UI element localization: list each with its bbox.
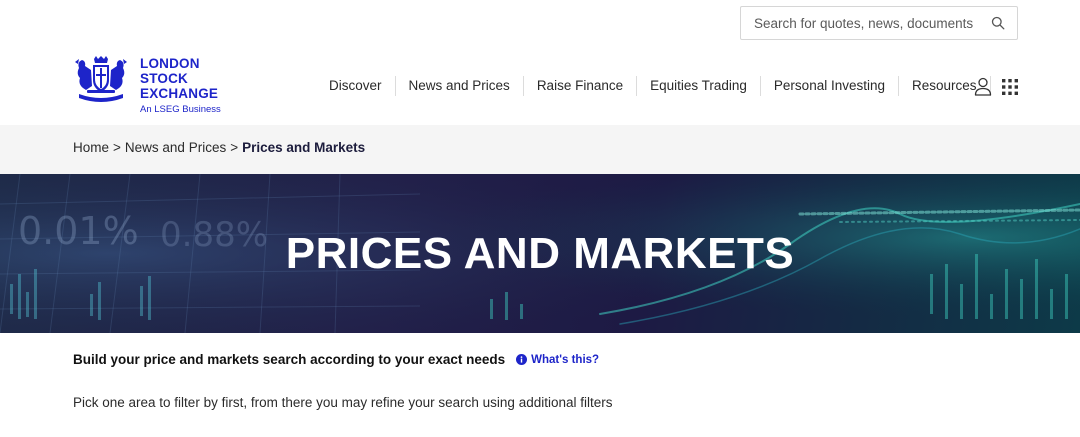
logo-line-london: LONDON [140, 56, 200, 71]
breadcrumb-news-and-prices[interactable]: News and Prices [125, 140, 226, 155]
search-icon[interactable] [989, 14, 1007, 32]
user-icon[interactable] [974, 77, 992, 96]
lse-logo[interactable]: LONDON STOCK EXCHANGE An LSEG Business [73, 56, 233, 120]
main-nav: Discover News and Prices Raise Finance E… [316, 72, 991, 100]
logo-line-stock: STOCK [140, 71, 189, 86]
breadcrumb-home[interactable]: Home [73, 140, 109, 155]
logo-subtitle: An LSEG Business [140, 104, 221, 115]
hero-banner: 0.01% 0.88% PRICES AND MARKETS [0, 174, 1080, 333]
nav-item-personal-investing[interactable]: Personal Investing [761, 76, 899, 96]
nav-item-discover[interactable]: Discover [316, 76, 396, 96]
crest-icon [75, 56, 127, 102]
breadcrumb-separator: > [230, 140, 239, 155]
info-icon[interactable] [516, 354, 528, 365]
hero-title: PRICES AND MARKETS [285, 228, 795, 278]
breadcrumb-bar: Home > News and Prices > Prices and Mark… [0, 125, 1080, 174]
logo-line-exchange: EXCHANGE [140, 86, 219, 101]
nav-item-news-and-prices[interactable]: News and Prices [396, 76, 524, 96]
grid-icon[interactable] [1002, 79, 1018, 95]
search-input[interactable] [754, 15, 989, 31]
breadcrumb-separator: > [113, 140, 121, 155]
intro-row: Build your price and markets search acco… [73, 352, 599, 367]
intro-heading: Build your price and markets search acco… [73, 352, 506, 367]
nav-item-raise-finance[interactable]: Raise Finance [524, 76, 638, 96]
intro-description: Pick one area to filter by first, from t… [73, 395, 613, 410]
breadcrumb: Home > News and Prices > Prices and Mark… [73, 140, 365, 155]
search-box[interactable] [740, 6, 1018, 40]
nav-item-equities-trading[interactable]: Equities Trading [637, 76, 761, 96]
breadcrumb-current: Prices and Markets [242, 140, 366, 155]
whats-this-link[interactable]: What's this? [531, 354, 599, 366]
